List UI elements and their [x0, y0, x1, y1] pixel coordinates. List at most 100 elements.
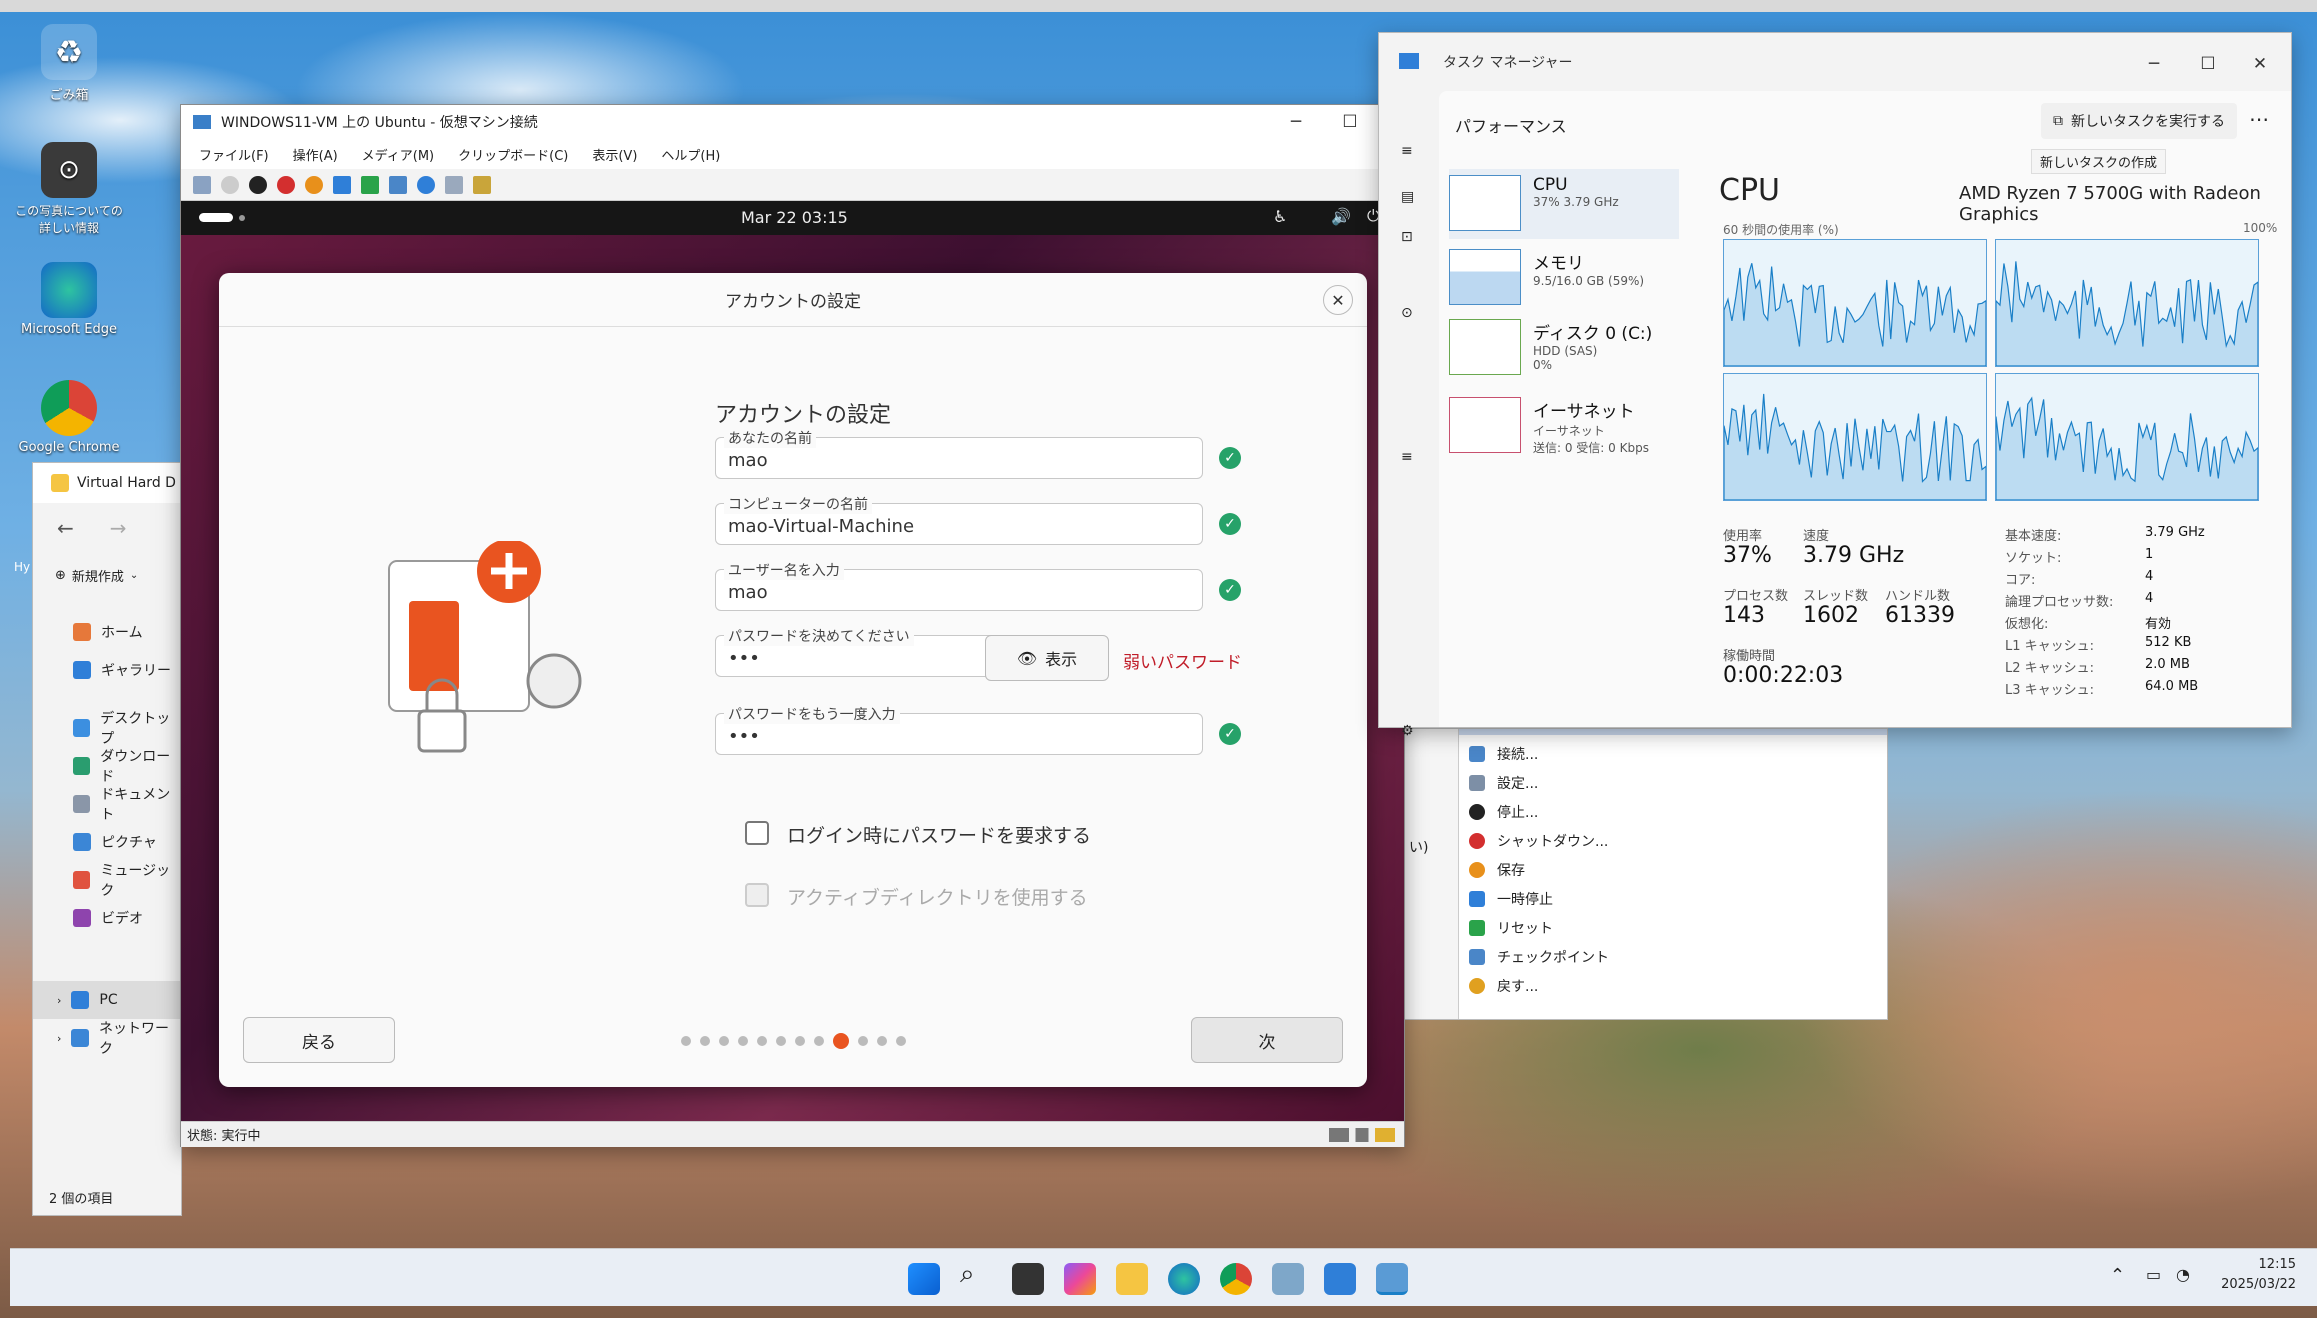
ubuntu-clock[interactable]: Mar 22 03:15 — [741, 208, 848, 227]
screen-top-strip — [0, 0, 2317, 12]
nav-pictures[interactable]: ピクチャ — [33, 823, 181, 861]
search-icon[interactable]: ⌕ — [960, 1259, 992, 1291]
action-connect[interactable]: 接続... — [1401, 739, 1887, 768]
computer-name-field[interactable]: コンピューターの名前 mao-Virtual-Machine — [715, 494, 1203, 545]
hyperv-manager-icon[interactable] — [1272, 1263, 1304, 1295]
action-shutdown[interactable]: シャットダウン... — [1401, 826, 1887, 855]
desktop-icon-recycle-bin[interactable]: ♻ ごみ箱 — [14, 24, 124, 103]
action-reset[interactable]: リセット — [1401, 913, 1887, 942]
performance-pane: パフォーマンス ⧉ 新しいタスクを実行する ⋯ 新しいタスクの作成 CPU 37%… — [1439, 91, 2291, 727]
close-icon[interactable]: ✕ — [1323, 285, 1353, 315]
sidebar-cpu[interactable]: CPU 37% 3.79 GHz — [1449, 169, 1679, 239]
name-field[interactable]: あなたの名前 mao — [715, 428, 1203, 479]
sidebar-memory[interactable]: メモリ 9.5/16.0 GB (59%) — [1449, 249, 1679, 319]
menu-file[interactable]: ファイル(F) — [199, 145, 269, 164]
desktop-icon-photo-info[interactable]: ⊙ この写真についての詳しい情報 — [14, 142, 124, 236]
require-login-checkbox[interactable] — [745, 821, 769, 845]
chevron-up-icon[interactable]: ⌃ — [2110, 1265, 2125, 1286]
nav-icon[interactable]: ⊡ — [1401, 229, 1413, 245]
start-icon[interactable] — [908, 1263, 940, 1295]
volume-icon[interactable]: ◔ — [2176, 1265, 2190, 1284]
menu-clipboard[interactable]: クリップボード(C) — [458, 145, 568, 164]
nav-desktop[interactable]: デスクトップ — [33, 709, 181, 747]
action-checkpoint[interactable]: チェックポイント — [1401, 942, 1887, 971]
clock-time[interactable]: 12:15 — [2216, 1257, 2296, 1272]
ctrl-alt-del-icon[interactable] — [193, 175, 211, 194]
spec-value: 1 — [2145, 547, 2154, 562]
sidebar-ethernet[interactable]: イーサネット イーサネット 送信: 0 受信: 0 Kbps — [1449, 397, 1679, 467]
close-button[interactable]: ✕ — [2235, 47, 2285, 81]
nav-network[interactable]: › ネットワーク — [33, 1019, 181, 1057]
more-options-icon[interactable]: ⋯ — [2249, 107, 2269, 131]
nav-icon[interactable]: ≡ — [1401, 449, 1413, 465]
enhanced-session-icon[interactable] — [445, 175, 463, 194]
gear-icon[interactable]: ⚙ — [1401, 723, 1414, 739]
copilot-icon[interactable] — [1064, 1263, 1096, 1295]
nav-downloads[interactable]: ダウンロード — [33, 747, 181, 785]
sidebar-disk[interactable]: ディスク 0 (C:) HDD (SAS) 0% — [1449, 319, 1679, 389]
maximize-button[interactable]: ☐ — [1323, 105, 1377, 139]
activities-indicator[interactable] — [199, 213, 233, 222]
menu-help[interactable]: ヘルプ(H) — [661, 145, 720, 164]
new-button[interactable]: ⊕ 新規作成 ⌄ — [33, 553, 181, 597]
shutdown-icon[interactable] — [277, 175, 295, 194]
explorer-tab[interactable]: Virtual Hard D — [33, 463, 181, 503]
clock-date[interactable]: 2025/03/22 — [2206, 1277, 2296, 1292]
run-new-task-button[interactable]: ⧉ 新しいタスクを実行する — [2041, 103, 2237, 139]
menu-media[interactable]: メディア(M) — [362, 145, 434, 164]
nav-icon[interactable]: ⊙ — [1401, 305, 1413, 321]
menu-view[interactable]: 表示(V) — [592, 145, 637, 164]
task-view-icon[interactable] — [1012, 1263, 1044, 1295]
pause-icon[interactable] — [333, 175, 351, 194]
network-icon[interactable]: ▭ — [2146, 1265, 2161, 1284]
task-manager-icon[interactable] — [1324, 1263, 1356, 1295]
nav-icon[interactable]: ≡ — [1401, 143, 1413, 159]
tm-title-bar[interactable]: タスク マネージャー ─ ☐ ✕ — [1379, 33, 2291, 91]
minimize-button[interactable]: ─ — [1269, 105, 1323, 139]
desktop-folder-icon — [73, 719, 91, 737]
next-button[interactable]: 次 — [1191, 1017, 1343, 1063]
nav-icon[interactable]: ▤ — [1401, 189, 1414, 205]
reset-icon[interactable] — [361, 175, 379, 194]
turn-off-icon[interactable] — [249, 175, 267, 194]
require-login-label[interactable]: ログイン時にパスワードを要求する — [787, 821, 1091, 848]
revert-icon[interactable] — [417, 175, 435, 194]
nav-documents[interactable]: ドキュメント — [33, 785, 181, 823]
action-save[interactable]: 保存 — [1401, 855, 1887, 884]
download-icon — [73, 757, 91, 775]
vm-connect-icon[interactable] — [1376, 1263, 1408, 1295]
step-dot — [877, 1036, 887, 1046]
action-revert[interactable]: 戻す... — [1401, 971, 1887, 1000]
chrome-icon[interactable] — [1220, 1263, 1252, 1295]
username-field[interactable]: ユーザー名を入力 mao — [715, 560, 1203, 611]
action-pause[interactable]: 一時停止 — [1401, 884, 1887, 913]
vm-title-bar[interactable]: WINDOWS11-VM 上の Ubuntu - 仮想マシン接続 ─ ☐ ✕ — [181, 105, 1404, 139]
edge-icon[interactable] — [1168, 1263, 1200, 1295]
nav-videos[interactable]: ビデオ — [33, 899, 181, 937]
back-button[interactable]: 戻る — [243, 1017, 395, 1063]
check-icon: ✓ — [1219, 513, 1241, 535]
confirm-password-field[interactable]: パスワードをもう一度入力 ••• — [715, 704, 1203, 755]
share-icon[interactable] — [473, 175, 491, 194]
start-icon[interactable] — [221, 175, 239, 194]
desktop-icon-edge[interactable]: Microsoft Edge — [14, 262, 124, 337]
maximize-button[interactable]: ☐ — [2181, 47, 2235, 81]
back-arrow-icon[interactable]: ← — [57, 516, 74, 540]
nav-home[interactable]: ホーム — [33, 613, 181, 651]
spec-value: 2.0 MB — [2145, 657, 2190, 672]
forward-arrow-icon[interactable]: → — [110, 516, 127, 540]
save-icon[interactable] — [305, 175, 323, 194]
minimize-button[interactable]: ─ — [2127, 47, 2181, 81]
action-turn-off[interactable]: 停止... — [1401, 797, 1887, 826]
nav-pc[interactable]: › PC — [33, 981, 181, 1019]
checkpoint-icon[interactable] — [389, 175, 407, 194]
file-explorer-icon[interactable] — [1116, 1263, 1148, 1295]
menu-action[interactable]: 操作(A) — [293, 145, 338, 164]
action-settings[interactable]: 設定... — [1401, 768, 1887, 797]
desktop-icon-chrome[interactable]: Google Chrome — [14, 380, 124, 455]
accessibility-icon[interactable]: ♿ — [1273, 207, 1287, 226]
nav-music[interactable]: ミュージック — [33, 861, 181, 899]
nav-gallery[interactable]: ギャラリー — [33, 651, 181, 689]
volume-icon[interactable]: 🔊 — [1331, 207, 1351, 226]
show-password-button[interactable]: 👁 表示 — [985, 635, 1109, 681]
